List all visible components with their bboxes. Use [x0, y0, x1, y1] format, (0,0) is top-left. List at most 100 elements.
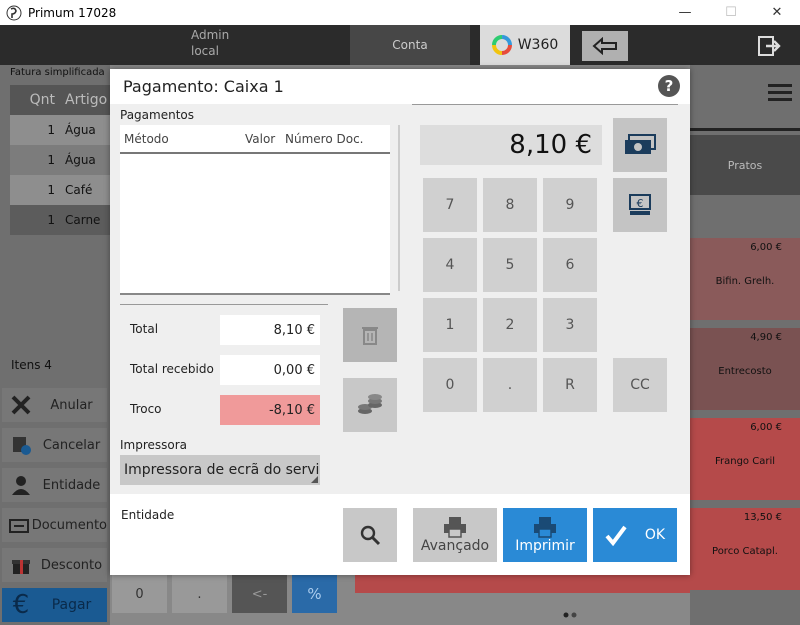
printer-label: Impressora: [120, 438, 188, 452]
bg-key[interactable]: <-: [232, 575, 287, 613]
person-icon: [12, 476, 30, 495]
minimize-button[interactable]: —: [662, 0, 708, 25]
close-window-button[interactable]: ✕: [754, 0, 800, 25]
product-price: 4,90 €: [750, 332, 782, 343]
help-button[interactable]: ?: [658, 75, 680, 97]
anular-button[interactable]: Anular: [2, 388, 107, 422]
key-8[interactable]: 8: [483, 178, 537, 232]
document-type-label: Fatura simplificada: [10, 67, 105, 78]
order-row-qty: 1: [47, 153, 55, 167]
dialog-footer: Entidade Avançado Imprimir OK: [110, 494, 690, 575]
items-count: Itens 4: [11, 358, 52, 372]
bg-key[interactable]: 0: [112, 575, 167, 613]
change-label: Troco: [130, 402, 162, 416]
product-tile[interactable]: 6,00 € Bifin. Grelh.: [690, 238, 800, 320]
key-cc[interactable]: CC: [613, 358, 667, 412]
maximize-button[interactable]: ☐: [708, 0, 754, 25]
product-tile[interactable]: 4,90 € Entrecosto: [690, 328, 800, 410]
method-column: Método: [124, 132, 169, 146]
window-title: Primum 17028: [28, 5, 117, 20]
user-name: Admin: [191, 28, 230, 42]
order-row-qty: 1: [47, 213, 55, 227]
key-2[interactable]: 2: [483, 298, 537, 352]
desconto-label: Desconto: [40, 557, 103, 573]
key-5[interactable]: 5: [483, 238, 537, 292]
product-price: 6,00 €: [750, 422, 782, 433]
divider: [120, 304, 328, 305]
value-column: Valor: [245, 132, 276, 146]
received-value[interactable]: 0,00 €: [220, 355, 320, 385]
table-scrollbar[interactable]: [398, 125, 400, 291]
key-reset[interactable]: R: [543, 358, 597, 412]
app-logo-icon: [6, 5, 22, 20]
delete-payment-button[interactable]: [343, 308, 397, 362]
pagar-label: Pagar: [51, 597, 92, 613]
conta-tab[interactable]: Conta: [350, 25, 470, 65]
payment-dialog: Pagamento: Caixa 1 ? Pagamentos Método V…: [110, 69, 690, 575]
key-9[interactable]: 9: [543, 178, 597, 232]
ok-button[interactable]: OK: [593, 508, 677, 562]
dialog-header: Pagamento: Caixa 1 ?: [110, 69, 690, 104]
pagar-button[interactable]: € Pagar: [2, 588, 107, 622]
bg-key[interactable]: .: [172, 575, 227, 613]
artigo-header: Artigo: [65, 92, 108, 108]
dialog-body: Pagamentos Método Valor Número Doc. Tota…: [110, 104, 690, 494]
coins-button[interactable]: [343, 378, 397, 432]
category-pratos[interactable]: Pratos: [690, 135, 800, 195]
cash-payment-button[interactable]: [613, 118, 667, 172]
key-4[interactable]: 4: [423, 238, 477, 292]
product-name: Frango Caril: [714, 456, 776, 467]
search-icon: [360, 525, 381, 546]
dialog-title: Pagamento: Caixa 1: [123, 77, 284, 96]
key-1[interactable]: 1: [423, 298, 477, 352]
key-3[interactable]: 3: [543, 298, 597, 352]
printer-select[interactable]: Impressora de ecrã do serviço: [120, 455, 320, 485]
dropdown-arrow-icon: [311, 476, 318, 483]
product-tile[interactable]: 6,00 € Frango Caril: [690, 418, 800, 500]
key-decimal[interactable]: .: [483, 358, 537, 412]
payments-table-header: Método Valor Número Doc.: [120, 125, 390, 154]
documento-label: Documento: [31, 517, 107, 533]
divider: [690, 128, 800, 131]
entity-label: Entidade: [121, 508, 175, 522]
product-price: 6,00 €: [750, 242, 782, 253]
product-tile[interactable]: 13,50 € Porco Catapl.: [690, 508, 800, 590]
product-name: Porco Catapl.: [712, 546, 778, 557]
menu-button[interactable]: [768, 67, 792, 117]
terminal-button[interactable]: W360: [480, 25, 570, 65]
page-indicator: [563, 607, 578, 618]
key-0[interactable]: 0: [423, 358, 477, 412]
order-row[interactable]: 1 Carne: [10, 205, 110, 235]
search-entity-button[interactable]: [343, 508, 397, 562]
terminal-label: W360: [517, 37, 559, 53]
payments-table[interactable]: Método Valor Número Doc.: [120, 125, 390, 295]
order-row-name: Água: [65, 153, 96, 167]
entidade-button[interactable]: Entidade: [2, 468, 107, 502]
bg-key[interactable]: %: [292, 575, 337, 613]
order-row-name: Café: [65, 183, 93, 197]
card-payment-button[interactable]: €: [613, 178, 667, 232]
user-location: local: [191, 44, 219, 58]
print-button[interactable]: Imprimir: [503, 508, 587, 562]
svg-text:€: €: [637, 197, 644, 210]
change-value: -8,10 €: [220, 395, 320, 425]
cancelar-button[interactable]: Cancelar: [2, 428, 107, 462]
order-row[interactable]: 1 Água: [10, 145, 110, 175]
exit-button[interactable]: [755, 33, 783, 59]
total-value: 8,10 €: [220, 315, 320, 345]
back-button[interactable]: [582, 31, 628, 61]
color-wheel-icon: [491, 35, 512, 55]
euro-icon: €: [12, 590, 30, 620]
key-7[interactable]: 7: [423, 178, 477, 232]
order-row-qty: 1: [47, 183, 55, 197]
order-row-name: Água: [65, 123, 96, 137]
printer-select-value: Impressora de ecrã do serviço: [124, 462, 320, 478]
advanced-button[interactable]: Avançado: [413, 508, 497, 562]
order-row[interactable]: 1 Café: [10, 175, 110, 205]
documento-button[interactable]: Documento: [2, 508, 107, 542]
desconto-button[interactable]: Desconto: [2, 548, 107, 582]
order-row[interactable]: 1 Água: [10, 115, 110, 145]
key-6[interactable]: 6: [543, 238, 597, 292]
printer-icon: [534, 517, 556, 538]
top-bar: Admin local Conta W360: [0, 25, 800, 65]
